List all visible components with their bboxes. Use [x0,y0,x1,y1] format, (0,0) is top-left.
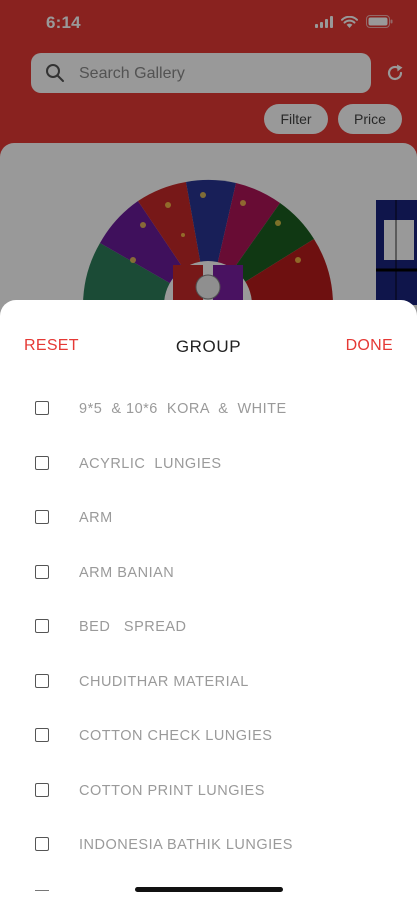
home-indicator[interactable] [135,887,283,892]
checkbox[interactable] [35,837,49,851]
sheet-header: RESET GROUP DONE [0,300,417,392]
group-item-label: INDONESIA BATHIK LUNGIES [79,837,293,853]
group-item[interactable]: INDONESIA BATHIK LUNGIES [0,819,417,874]
group-item-label: ARM BANIAN [79,564,175,581]
group-filter-sheet: RESET GROUP DONE 9*5 & 10*6 KORA & WHITE… [0,300,417,900]
group-item-label: CHUDITHAR MATERIAL [79,673,249,690]
checkbox[interactable] [35,510,49,524]
group-item-label: ACYRLIC LUNGIES [79,455,222,472]
group-item-label: COTTON PRINT LUNGIES [79,782,265,799]
group-item-label: BED SPREAD [79,619,187,635]
checkbox[interactable] [35,564,49,579]
group-item[interactable]: COTTON PRINT LUNGIES [0,765,417,820]
checkbox[interactable] [35,455,49,470]
done-button[interactable]: DONE [346,337,393,355]
group-item[interactable]: 9*5 & 10*6 KORA & WHITE [0,383,417,438]
checkbox[interactable] [35,619,49,633]
checkbox[interactable] [35,782,49,797]
group-item[interactable]: ARM [0,492,417,547]
group-item[interactable]: ACYRLIC LUNGIES [0,438,417,493]
group-item-label: ARM [79,510,113,526]
checkbox[interactable] [35,401,49,415]
checkbox[interactable] [35,673,49,688]
group-item[interactable]: ARM BANIAN [0,547,417,602]
group-item-label: 9*5 & 10*6 KORA & WHITE [79,401,287,417]
group-item[interactable]: CHUDITHAR MATERIAL [0,656,417,711]
group-list: 9*5 & 10*6 KORA & WHITE ACYRLIC LUNGIES … [0,383,417,874]
group-item-label: COTTON CHECK LUNGIES [79,728,273,744]
partial-list-item [35,890,49,895]
group-item[interactable]: COTTON CHECK LUNGIES [0,710,417,765]
group-item[interactable]: BED SPREAD [0,601,417,656]
checkbox[interactable] [35,728,49,742]
